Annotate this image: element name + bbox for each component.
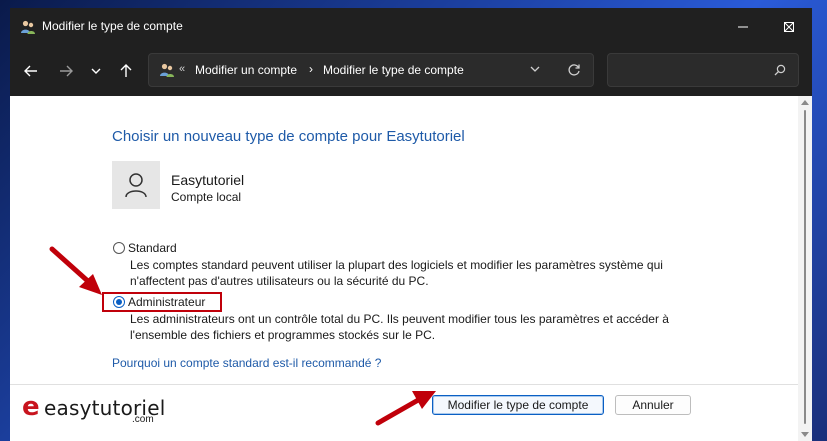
window: Modifier le type de compte « Modifier un… [10,8,812,441]
refresh-icon[interactable] [567,63,581,77]
option-administrateur-label[interactable]: Administrateur [128,295,205,309]
chevron-down-icon [91,68,101,74]
user-account-type: Compte local [171,190,242,204]
desc-line: l'ensemble des fichiers et programmes st… [130,328,436,342]
cancel-button[interactable]: Annuler [615,395,691,415]
help-link[interactable]: Pourquoi un compte standard est-il recom… [112,356,381,370]
arrow-left-icon [24,65,37,77]
breadcrumb-modifier-un-compte[interactable]: Modifier un compte [195,63,297,77]
up-button[interactable] [113,58,139,84]
chevron-down-icon[interactable] [529,63,541,75]
search-input[interactable] [607,53,799,87]
option-standard-description: Les comptes standard peuvent utiliser la… [130,257,730,289]
arrow-up-icon [120,64,132,77]
window-title: Modifier le type de compte [42,19,183,33]
users-icon [160,63,174,77]
scroll-up-icon[interactable] [801,99,809,105]
radio-administrateur[interactable] [113,296,125,308]
scroll-down-icon[interactable] [801,432,809,438]
annotation-arrow-icon [375,391,436,426]
forward-button[interactable] [53,58,79,84]
arrow-right-icon [60,65,73,77]
scrollbar[interactable] [798,96,812,441]
close-icon [784,22,794,32]
users-icon [21,20,35,34]
recent-locations-button[interactable] [83,58,109,84]
minimize-icon [738,26,748,28]
page-title: Choisir un nouveau type de compte pour E… [112,128,465,145]
search-icon [774,64,786,76]
desc-line: Les administrateurs ont un contrôle tota… [130,312,669,326]
address-bar[interactable]: « Modifier un compte › Modifier le type … [148,53,594,87]
scrollbar-thumb[interactable] [804,110,806,424]
option-administrateur-description: Les administrateurs ont un contrôle tota… [130,311,730,343]
breadcrumb-modifier-le-type[interactable]: Modifier le type de compte [323,63,464,77]
close-button[interactable] [766,8,812,46]
user-name: Easytutoriel [171,172,245,188]
change-account-type-button[interactable]: Modifier le type de compte [432,395,604,415]
breadcrumb-overflow[interactable]: « [179,63,185,75]
radio-standard[interactable] [113,242,125,254]
breadcrumb-separator[interactable]: › [309,62,313,76]
annotation-arrow-icon [49,246,102,295]
minimize-button[interactable] [720,8,766,46]
desc-line: Les comptes standard peuvent utiliser la… [130,258,663,272]
avatar [112,161,160,209]
title-bar: Modifier le type de compte [10,8,812,46]
person-icon [125,173,147,198]
logo-domain: .com [132,414,154,425]
back-button[interactable] [18,58,44,84]
option-standard-label[interactable]: Standard [128,241,177,255]
navigation-bar: « Modifier un compte › Modifier le type … [10,46,812,96]
logo-mark: e [22,392,40,422]
desc-line: n'affectent pas d'autres utilisateurs ou… [130,274,429,288]
